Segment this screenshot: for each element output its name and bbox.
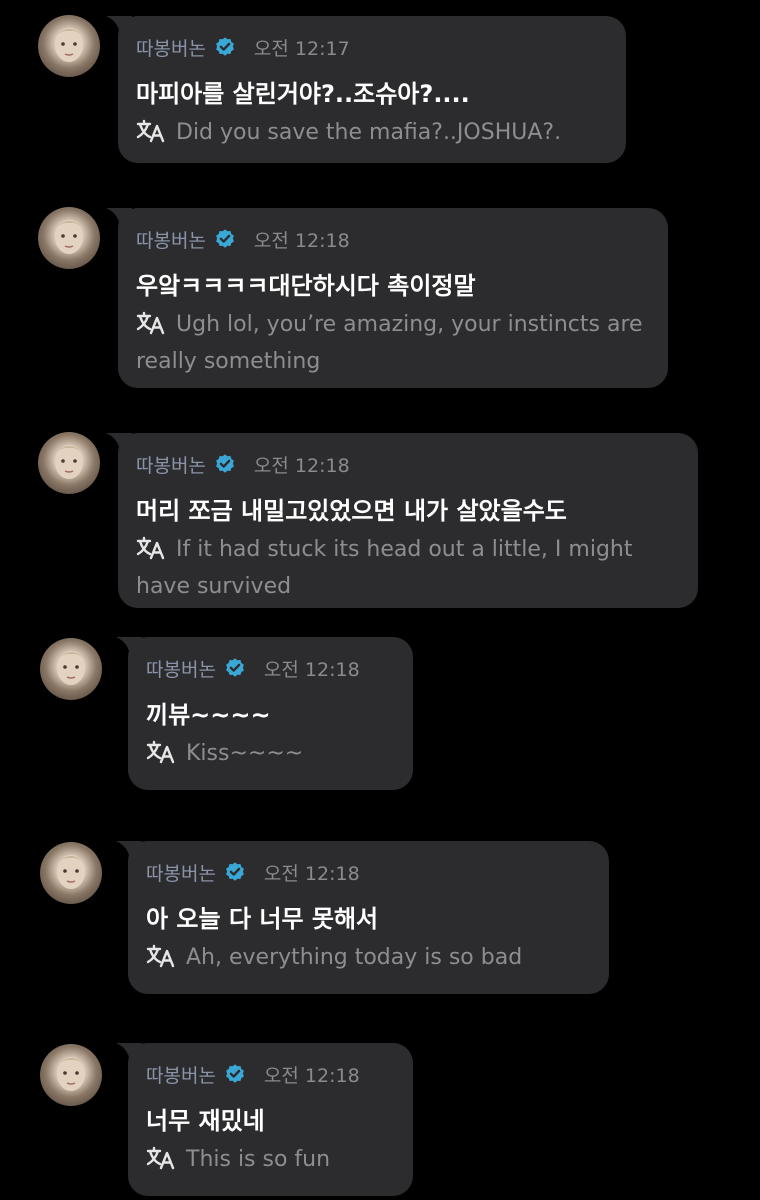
message-text: 마피아를 살린거야?..조슈아?....: [136, 80, 470, 108]
verified-badge-icon: [226, 862, 244, 881]
verified-badge-icon: [226, 1064, 244, 1083]
message-text: 너무 재밌네: [146, 1107, 265, 1135]
translation-text: Ah, everything today is so bad: [146, 939, 596, 976]
author-name[interactable]: 따봉버논: [146, 1061, 216, 1088]
message-bubble[interactable]: 따봉버논 오전 12:18 우앜ㅋㅋㅋㅋ대단하시다 촉이정말 Ugh lol, …: [106, 208, 668, 388]
verified-badge-icon: [216, 37, 234, 56]
translation-text: Did you save the mafia?..JOSHUA?.: [136, 114, 606, 151]
author-name[interactable]: 따봉버논: [146, 859, 216, 886]
avatar[interactable]: [38, 15, 100, 77]
translate-icon: [146, 1146, 175, 1170]
translation-label: If it had stuck its head out a little, I…: [136, 537, 633, 599]
message-text: 끼뷰~~~~: [146, 701, 271, 729]
translate-icon: [136, 536, 165, 560]
avatar[interactable]: [38, 432, 100, 494]
message-text: 우앜ㅋㅋㅋㅋ대단하시다 촉이정말: [136, 272, 476, 300]
translation-text: Kiss~~~~: [146, 735, 396, 772]
message-bubble[interactable]: 따봉버논 오전 12:18 끼뷰~~~~ Kiss~~~~: [116, 637, 413, 790]
timestamp: 오전 12:18: [263, 862, 360, 885]
translate-icon: [136, 119, 165, 143]
translate-icon: [146, 944, 175, 968]
author-name[interactable]: 따봉버논: [136, 226, 206, 253]
translation-text: This is so fun: [146, 1141, 396, 1178]
author-name[interactable]: 따봉버논: [146, 655, 216, 682]
message-bubble[interactable]: 따봉버논 오전 12:18 아 오늘 다 너무 못해서 Ah, everythi…: [116, 841, 609, 994]
verified-badge-icon: [216, 454, 234, 473]
timestamp: 오전 12:17: [253, 37, 350, 60]
translate-icon: [146, 740, 175, 764]
timestamp: 오전 12:18: [253, 229, 350, 252]
translation-label: Ugh lol, you’re amazing, your instincts …: [136, 312, 643, 374]
translation-label: Kiss~~~~: [186, 741, 304, 766]
translation-label: Ah, everything today is so bad: [186, 945, 523, 970]
message-bubble[interactable]: 따봉버논 오전 12:18 너무 재밌네 This is so fun: [116, 1043, 413, 1196]
message-text: 아 오늘 다 너무 못해서: [146, 905, 379, 933]
message-bubble[interactable]: 따봉버논 오전 12:17 마피아를 살린거야?..조슈아?.... Did y…: [106, 16, 626, 163]
translation-label: Did you save the mafia?..JOSHUA?.: [176, 120, 562, 145]
verified-badge-icon: [216, 229, 234, 248]
translation-text: Ugh lol, you’re amazing, your instincts …: [136, 306, 650, 380]
verified-badge-icon: [226, 658, 244, 677]
translate-icon: [136, 311, 165, 335]
translation-text: If it had stuck its head out a little, I…: [136, 531, 680, 605]
timestamp: 오전 12:18: [263, 1064, 360, 1087]
timestamp: 오전 12:18: [253, 454, 350, 477]
avatar[interactable]: [40, 1044, 102, 1106]
avatar[interactable]: [38, 207, 100, 269]
timestamp: 오전 12:18: [263, 658, 360, 681]
author-name[interactable]: 따봉버논: [136, 451, 206, 478]
translation-label: This is so fun: [186, 1147, 331, 1172]
message-text: 머리 쪼금 내밀고있었으면 내가 살았을수도: [136, 497, 567, 525]
message-bubble[interactable]: 따봉버논 오전 12:18 머리 쪼금 내밀고있었으면 내가 살았을수도 If …: [106, 433, 698, 608]
avatar[interactable]: [40, 842, 102, 904]
author-name[interactable]: 따봉버논: [136, 34, 206, 61]
avatar[interactable]: [40, 638, 102, 700]
